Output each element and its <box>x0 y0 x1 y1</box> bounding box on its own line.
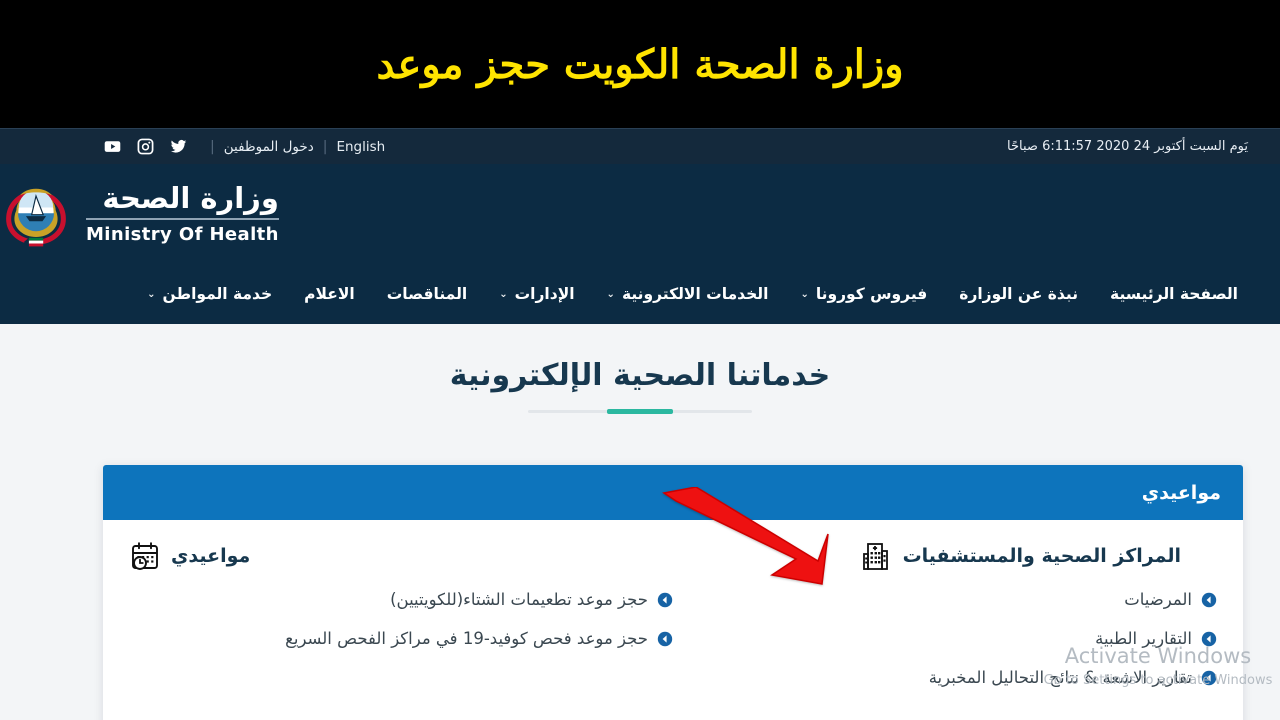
nav-label-6: الاعلام <box>304 285 355 303</box>
nav-item-7[interactable]: خدمة المواطن ⌄ <box>131 285 288 303</box>
nav-item-0[interactable]: الصفحة الرئيسية <box>1094 285 1254 303</box>
language-toggle-link[interactable]: English <box>336 139 385 155</box>
arrow-left-circle-icon <box>1201 631 1217 647</box>
nav-label-2: فيروس كورونا <box>815 285 928 303</box>
page-banner: وزارة الصحة الكويت حجز موعد <box>0 0 1280 128</box>
page-root: وزارة الصحة الكويت حجز موعد | دخول الموظ… <box>0 0 1280 720</box>
service-link[interactable]: تقارير الاشعة & نتائج التحاليل المخبرية <box>929 666 1192 690</box>
service-link[interactable]: حجز موعد فحص كوفيد-19 في مراكز الفحص الس… <box>285 627 648 651</box>
nav-label-5: المناقصات <box>386 285 468 303</box>
calendar-clock-icon <box>132 542 158 570</box>
logo-arabic-text: وزارة الصحة <box>102 181 279 216</box>
site-header: وزارة الصحة Ministry Of Health الصفحة ال… <box>0 164 1280 324</box>
card-header-title: مواعيدي <box>1141 481 1221 504</box>
list-item[interactable]: حجز موعد فحص كوفيد-19 في مراكز الفحص الس… <box>129 627 673 651</box>
main-navigation: الصفحة الرئيسية نبذة عن الوزارة فيروس كو… <box>0 264 1280 324</box>
chevron-down-icon: ⌄ <box>147 289 156 300</box>
card-header: مواعيدي <box>103 465 1243 520</box>
arrow-left-circle-icon <box>1201 670 1217 686</box>
twitter-icon[interactable] <box>170 138 187 155</box>
arrow-left-circle-icon <box>1201 592 1217 608</box>
list-item[interactable]: المرضيات <box>673 588 1217 612</box>
service-link[interactable]: حجز موعد تطعيمات الشتاء(للكويتيين) <box>390 588 648 612</box>
arrow-left-circle-icon <box>657 592 673 608</box>
nav-item-4[interactable]: الإدارات ⌄ <box>483 285 590 303</box>
list-item[interactable]: التقارير الطبية <box>673 627 1217 651</box>
chevron-down-icon: ⌄ <box>606 289 615 300</box>
service-link[interactable]: التقارير الطبية <box>1095 627 1192 651</box>
top-utility-bar: | دخول الموظفين | English يَوم السبت أكت… <box>0 128 1280 164</box>
nav-label-7: خدمة المواطن <box>162 285 273 303</box>
page-title: خدماتنا الصحية الإلكترونية <box>449 358 831 393</box>
nav-label-4: الإدارات <box>514 285 575 303</box>
topbar-separator-1: | <box>210 138 215 155</box>
logo-rule <box>86 218 279 220</box>
section-header: خدماتنا الصحية الإلكترونية <box>0 324 1280 413</box>
employee-login-link[interactable]: دخول الموظفين <box>224 139 314 155</box>
nav-label-0: الصفحة الرئيسية <box>1110 285 1238 303</box>
nav-item-6[interactable]: الاعلام <box>288 285 371 303</box>
card-column-appointments: مواعيدي حجز موعد تطعيمات الشتاء(للكويتيي… <box>129 540 673 705</box>
instagram-icon[interactable] <box>137 138 154 155</box>
chevron-down-icon: ⌄ <box>499 289 508 300</box>
card-column-hospitals: المراكز الصحية والمستشفيات المرضيات التق… <box>673 540 1217 705</box>
list-item[interactable]: تقارير الاشعة & نتائج التحاليل المخبرية <box>673 666 1217 690</box>
topbar-separator-2: | <box>322 138 328 155</box>
banner-title: وزارة الصحة الكويت حجز موعد <box>376 40 904 88</box>
column-title-hospitals: المراكز الصحية والمستشفيات <box>902 545 1181 567</box>
section-divider <box>528 410 752 413</box>
youtube-icon[interactable] <box>104 138 121 155</box>
service-link[interactable]: المرضيات <box>1124 588 1192 612</box>
nav-item-1[interactable]: نبذة عن الوزارة <box>943 285 1094 303</box>
hospital-building-icon <box>862 543 888 570</box>
nav-item-5[interactable]: المناقصات <box>371 285 484 303</box>
list-item[interactable]: حجز موعد تطعيمات الشتاء(للكويتيين) <box>129 588 673 612</box>
services-card: مواعيدي المراكز الصحية والمستشفيات المرض… <box>103 465 1243 720</box>
nav-item-3[interactable]: الخدمات الالكترونية ⌄ <box>591 285 785 303</box>
logo-english-text: Ministry Of Health <box>86 223 279 245</box>
topbar-datetime: يَوم السبت أكتوبر 24 2020 6:11:57 صباحًا <box>1007 139 1248 154</box>
nav-label-1: نبذة عن الوزارة <box>959 285 1079 303</box>
nav-label-3: الخدمات الالكترونية <box>621 285 769 303</box>
chevron-down-icon: ⌄ <box>800 289 809 300</box>
nav-item-2[interactable]: فيروس كورونا ⌄ <box>784 285 943 303</box>
site-logo[interactable]: وزارة الصحة Ministry Of Health <box>0 177 279 251</box>
social-links <box>104 138 187 155</box>
kuwait-emblem-icon <box>6 188 66 247</box>
arrow-left-circle-icon <box>657 631 673 647</box>
column-title-appointments: مواعيدي <box>171 545 251 567</box>
